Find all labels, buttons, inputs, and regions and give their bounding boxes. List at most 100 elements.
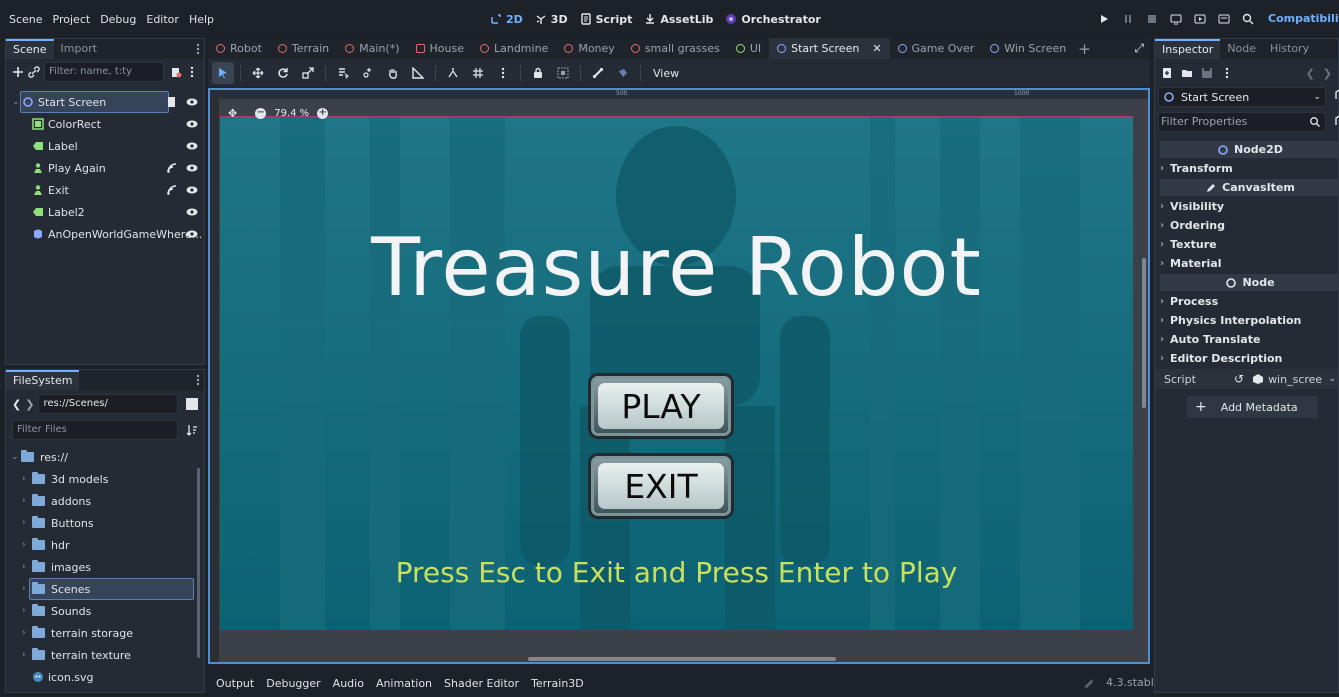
workspace-script[interactable]: Script [580,13,632,26]
tab-shader-editor[interactable]: Shader Editor [444,677,519,690]
zoom-level[interactable]: 79.4 % [274,108,309,119]
prop-visibility[interactable]: › Visibility [1160,197,1339,216]
exit-button[interactable]: EXIT [588,453,734,519]
fs-item[interactable]: › terrain texture [6,644,198,666]
smart-snap-button[interactable] [442,62,464,84]
visibility-eye-icon[interactable] [186,184,198,196]
menu-project[interactable]: Project [48,13,96,26]
visibility-eye-icon[interactable] [186,96,198,108]
vertical-scrollbar[interactable] [1142,258,1146,408]
skeleton-button[interactable] [587,62,609,84]
link-icon[interactable] [28,66,40,78]
visibility-eye-icon[interactable] [186,162,198,174]
signal-icon[interactable] [166,184,178,196]
prop-ordering[interactable]: › Ordering [1160,216,1339,235]
node-selector[interactable]: Start Screen ⌄ [1158,87,1326,107]
scene-tab-ui[interactable]: UI [728,38,769,59]
scene-tab-house[interactable]: House [408,38,472,59]
pause-icon[interactable] [1119,10,1137,28]
dock-menu-icon[interactable] [196,43,200,55]
tab-history[interactable]: History [1263,39,1316,59]
revert-icon[interactable]: ↺ [1234,372,1244,386]
play-icon[interactable] [1095,10,1113,28]
tab-audio[interactable]: Audio [333,677,364,690]
tree-node-label[interactable]: Label [6,135,204,157]
tool-icon[interactable] [1335,88,1339,100]
tab-debugger[interactable]: Debugger [266,677,320,690]
vertical-ruler[interactable] [210,99,219,662]
tree-node-colorrect[interactable]: ColorRect [6,113,204,135]
fs-scrollbar[interactable] [197,468,200,658]
history-forward-icon[interactable]: ❯ [1323,67,1332,80]
tool-icon[interactable] [1335,114,1339,126]
fs-filter-input[interactable]: Filter Files [12,420,178,440]
lock-button[interactable] [527,62,549,84]
script-value[interactable]: win_scree [1268,373,1322,386]
scene-tab-main[interactable]: Main(*) [337,38,407,59]
forward-icon[interactable]: ❯ [25,398,34,411]
horizontal-ruler[interactable]: 500 1000 [210,90,1148,99]
stop-icon[interactable] [1143,10,1161,28]
prop-auto-translate[interactable]: › Auto Translate [1160,330,1339,349]
scene-tab-landmine[interactable]: Landmine [472,38,556,59]
menu-scene[interactable]: Scene [4,13,48,26]
prop-physics-interpolation[interactable]: › Physics Interpolation [1160,311,1339,330]
fs-item[interactable]: ⌄ res:// [6,446,198,468]
split-mode-icon[interactable] [186,398,198,410]
fs-item[interactable]: › terrain storage [6,622,198,644]
scene-tab-game-over[interactable]: Game Over [890,38,983,59]
scene-tab-start-screen[interactable]: Start Screen ✕ [769,38,890,59]
tree-node-play-again[interactable]: Play Again [6,157,204,179]
prop-texture[interactable]: › Texture [1160,235,1339,254]
back-icon[interactable]: ❮ [12,398,21,411]
fs-item[interactable]: icon.svg [6,666,198,688]
tab-animation[interactable]: Animation [376,677,432,690]
tab-filesystem[interactable]: FileSystem [6,370,80,390]
rotate-mode-button[interactable] [272,62,294,84]
camera-override-button[interactable] [612,62,634,84]
scene-tab-small-grasses[interactable]: small grasses [623,38,728,59]
movie-maker-icon[interactable] [1239,10,1257,28]
visibility-eye-icon[interactable] [186,118,198,130]
chevron-down-icon[interactable]: ⌄ [1328,374,1336,384]
tab-import[interactable]: Import [54,39,105,59]
scene-filter-input[interactable]: Filter: name, t:ty [44,62,164,82]
prop-transform[interactable]: › Transform [1160,159,1339,178]
tree-node-sprite[interactable]: AnOpenWorldGameWhere... [6,223,204,245]
visibility-eye-icon[interactable] [186,206,198,218]
menu-debug[interactable]: Debug [95,13,141,26]
fs-item[interactable]: › images [6,556,198,578]
workspace-3d[interactable]: 3D [535,13,568,26]
menu-help[interactable]: Help [184,13,219,26]
prop-editor-description[interactable]: › Editor Description [1160,349,1339,368]
workspace-2d[interactable]: 2D [490,13,523,26]
group-button[interactable] [552,62,574,84]
fs-path-input[interactable]: res://Scenes/ [38,394,178,414]
visibility-eye-icon[interactable] [186,228,198,240]
tab-output[interactable]: Output [216,677,254,690]
tab-terrain3d[interactable]: Terrain3D [531,677,584,690]
fs-item[interactable]: › Sounds [6,600,198,622]
scene-tab-robot[interactable]: Robot [208,38,270,59]
tab-inspector[interactable]: Inspector [1155,39,1221,59]
play-button[interactable]: PLAY [588,373,734,439]
tab-node[interactable]: Node [1220,39,1263,59]
script-attached-icon[interactable] [166,96,178,108]
ruler-mode-button[interactable] [407,62,429,84]
move-mode-button[interactable] [247,62,269,84]
add-metadata-button[interactable]: + Add Metadata [1187,396,1318,418]
zoom-out-icon[interactable]: − [255,108,267,119]
pan-mode-button[interactable] [382,62,404,84]
tree-node-exit[interactable]: Exit [6,179,204,201]
menu-editor[interactable]: Editor [141,13,184,26]
distraction-free-icon[interactable]: ⤢ [1134,41,1144,56]
tree-node-label2[interactable]: Label2 [6,201,204,223]
prop-process[interactable]: › Process [1160,292,1339,311]
snap-options-button[interactable] [492,62,514,84]
select-mode-button[interactable] [212,62,234,84]
tree-menu-icon[interactable] [186,66,198,78]
attach-script-icon[interactable] [170,66,182,78]
more-icon[interactable] [1221,67,1233,79]
workspace-assetlib[interactable]: AssetLib [644,13,713,26]
prop-material[interactable]: › Material [1160,254,1339,273]
